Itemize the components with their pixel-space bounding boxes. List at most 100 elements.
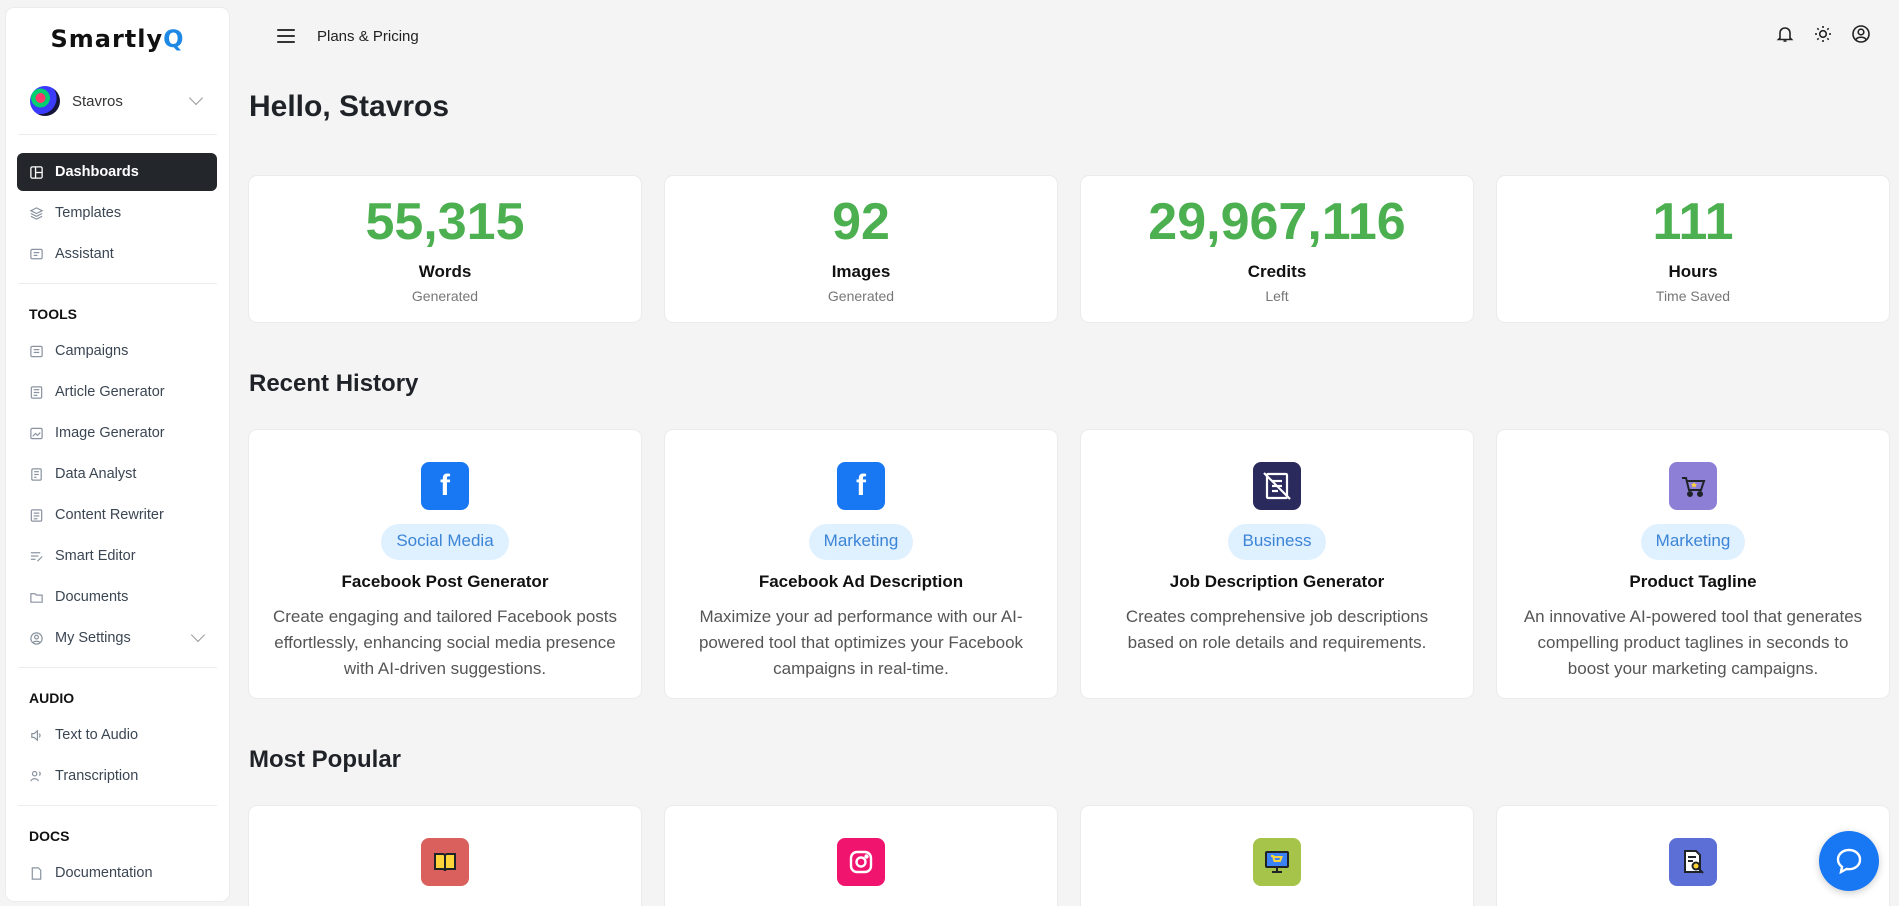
sun-icon[interactable] — [1813, 24, 1833, 49]
sidebar-item-documentation[interactable]: Documentation — [17, 854, 217, 892]
template-card[interactable]: f Marketing Facebook Ad Description Maxi… — [665, 430, 1057, 698]
stat-sub: Generated — [411, 288, 479, 304]
sidebar-item-my-settings[interactable]: My Settings — [17, 619, 217, 657]
sidebar-item-smart-editor[interactable]: Smart Editor — [17, 537, 217, 575]
book-icon — [421, 838, 469, 886]
sidebar-item-dashboards[interactable]: Dashboards — [17, 153, 217, 191]
stat-sub: Left — [1265, 288, 1289, 304]
sidebar-item-label: Dashboards — [55, 164, 139, 180]
main-nav: Dashboards Templates Assistant — [6, 135, 229, 273]
stat-value: 29,967,116 — [1148, 193, 1406, 251]
divider — [18, 805, 217, 806]
account-icon[interactable] — [1851, 24, 1871, 49]
stat-sub: Generated — [827, 288, 895, 304]
sidebar-item-label: Text to Audio — [55, 727, 139, 743]
stat-card-hours: 111 Hours Time Saved — [1497, 176, 1889, 322]
section-title-recent-history: Recent History — [249, 370, 419, 397]
recent-history-cards: f Social Media Facebook Post Generator C… — [249, 430, 1890, 698]
sidebar-item-label: My Settings — [55, 630, 131, 646]
category-tag: Business — [1227, 524, 1327, 560]
card-title: Product Tagline — [1629, 572, 1757, 591]
sidebar-item-templates[interactable]: Templates — [17, 194, 217, 232]
sidebar: Smartly Q Stavros Dashboards Templates As… — [6, 8, 229, 901]
template-card[interactable] — [249, 806, 641, 906]
stat-label: Credits — [1247, 262, 1307, 281]
article-icon — [29, 385, 44, 400]
rewrite-icon — [29, 508, 44, 523]
menu-icon[interactable] — [277, 29, 295, 43]
logo-text: Smartly — [50, 25, 164, 53]
top-icons — [1775, 24, 1871, 49]
stat-card-credits: 29,967,116 Credits Left — [1081, 176, 1473, 322]
stat-label: Images — [831, 262, 891, 281]
template-card[interactable] — [665, 806, 1057, 906]
sidebar-item-label: Data Analyst — [55, 466, 137, 482]
monitor-cart-icon — [1253, 838, 1301, 886]
audio-nav: Text to Audio Transcription — [6, 714, 229, 795]
sidebar-item-label: Documents — [55, 589, 129, 605]
chat-icon — [29, 247, 44, 262]
section-title-audio: AUDIO — [29, 690, 75, 706]
layers-icon — [29, 206, 44, 221]
stat-value: 111 — [1652, 193, 1734, 251]
card-description: Creates comprehensive job descriptions b… — [1125, 607, 1429, 652]
user-name: Stavros — [72, 92, 123, 110]
instagram-icon — [837, 838, 885, 886]
user-menu[interactable]: Stavros — [18, 80, 217, 135]
template-card[interactable]: Business Job Description Generator Creat… — [1081, 430, 1473, 698]
sidebar-item-text-to-audio[interactable]: Text to Audio — [17, 716, 217, 754]
template-card[interactable]: Marketing Product Tagline An innovative … — [1497, 430, 1889, 698]
chevron-down-icon — [188, 90, 204, 106]
sidebar-item-content-rewriter[interactable]: Content Rewriter — [17, 496, 217, 534]
chat-widget-button[interactable] — [1819, 831, 1879, 891]
stat-label: Words — [418, 262, 472, 281]
topbar: Plans & Pricing — [229, 0, 1899, 72]
image-icon — [29, 426, 44, 441]
campaign-icon — [29, 344, 44, 359]
category-tag: Marketing — [1640, 524, 1746, 560]
stat-card-words: 55,315 Words Generated — [249, 176, 641, 322]
most-popular-cards — [249, 806, 1890, 906]
sidebar-item-image-generator[interactable]: Image Generator — [17, 414, 217, 452]
stat-value: 55,315 — [365, 193, 525, 251]
sidebar-item-label: Campaigns — [55, 343, 129, 359]
template-card[interactable]: f Social Media Facebook Post Generator C… — [249, 430, 641, 698]
category-tag: Social Media — [381, 524, 509, 560]
sidebar-item-campaigns[interactable]: Campaigns — [17, 332, 217, 370]
sidebar-item-data-analyst[interactable]: Data Analyst — [17, 455, 217, 493]
card-description: An innovative AI-powered tool that gener… — [1523, 607, 1863, 678]
logo[interactable]: Smartly Q — [6, 8, 229, 70]
data-icon — [29, 467, 44, 482]
speaker-icon — [29, 728, 44, 743]
template-card[interactable] — [1081, 806, 1473, 906]
section-title-docs: DOCS — [29, 828, 70, 844]
sidebar-item-transcription[interactable]: Transcription — [17, 757, 217, 795]
avatar — [30, 86, 60, 116]
cart-icon — [1669, 462, 1717, 510]
sidebar-item-article-generator[interactable]: Article Generator — [17, 373, 217, 411]
stat-label: Hours — [1668, 262, 1718, 281]
logo-accent: Q — [163, 25, 185, 53]
sidebar-item-label: Assistant — [55, 246, 114, 262]
bell-icon[interactable] — [1775, 24, 1795, 49]
category-tag: Marketing — [808, 524, 914, 560]
editor-icon — [29, 549, 44, 564]
card-title: Job Description Generator — [1169, 572, 1385, 591]
breadcrumb[interactable]: Plans & Pricing — [317, 28, 419, 45]
sidebar-item-assistant[interactable]: Assistant — [17, 235, 217, 273]
dashboard-icon — [29, 165, 44, 180]
stat-card-images: 92 Images Generated — [665, 176, 1057, 322]
transcription-icon — [29, 769, 44, 784]
chevron-down-icon — [190, 627, 206, 643]
sidebar-item-label: Content Rewriter — [55, 507, 164, 523]
sidebar-item-label: Documentation — [55, 865, 153, 881]
facebook-icon: f — [421, 462, 469, 510]
job-description-icon — [1253, 462, 1301, 510]
chat-bubble-icon — [1836, 848, 1862, 875]
sidebar-item-documents[interactable]: Documents — [17, 578, 217, 616]
card-description: Maximize your ad performance with our AI… — [698, 607, 1024, 678]
tools-nav: Campaigns Article Generator Image Genera… — [6, 330, 229, 657]
sidebar-item-label: Templates — [55, 205, 122, 221]
divider — [18, 283, 217, 284]
card-title: Facebook Post Generator — [341, 572, 549, 591]
